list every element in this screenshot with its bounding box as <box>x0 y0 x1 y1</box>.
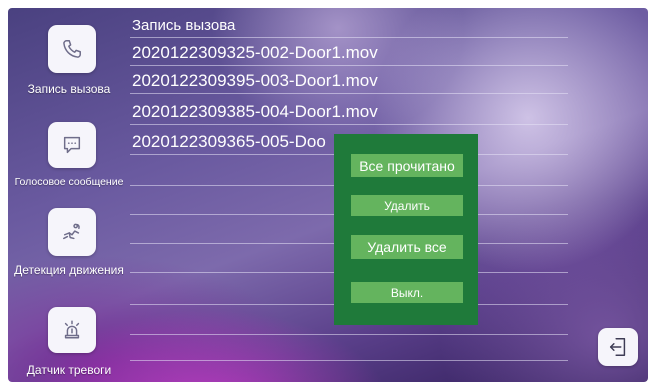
record-row[interactable]: 2020122309365-005-Doo <box>132 132 334 152</box>
exit-icon <box>609 338 626 356</box>
row-divider <box>130 360 568 361</box>
intercom-screen: Запись вызова Голосовое сообщение Детекц… <box>8 8 648 382</box>
motion-tile[interactable] <box>48 208 96 256</box>
sidebar-item-voice-message[interactable]: Голосовое сообщение <box>8 112 130 192</box>
sidebar-item-alarm-sensor[interactable]: Датчик тревоги <box>8 296 130 382</box>
row-divider <box>130 37 568 38</box>
sidebar-item-label: Детекция движения <box>14 263 124 277</box>
phone-tile[interactable] <box>48 25 96 73</box>
row-divider <box>130 65 568 66</box>
list-title: Запись вызова <box>132 17 236 34</box>
exit-button[interactable] <box>598 328 638 366</box>
alarm-icon <box>64 320 80 339</box>
message-icon <box>63 136 81 154</box>
record-row[interactable]: 2020122309325-002-Door1.mov <box>132 43 378 63</box>
row-divider <box>130 93 568 94</box>
record-row[interactable]: 2020122309395-003-Door1.mov <box>132 71 378 91</box>
alarm-tile[interactable] <box>48 307 96 353</box>
motion-icon <box>63 223 80 240</box>
context-menu: Все прочитано Удалить Удалить все Выкл. <box>334 134 478 325</box>
sidebar: Запись вызова Голосовое сообщение Детекц… <box>8 8 130 382</box>
off-button[interactable]: Выкл. <box>351 282 463 303</box>
record-row[interactable]: 2020122309385-004-Door1.mov <box>132 102 378 122</box>
sidebar-item-label: Запись вызова <box>27 82 111 96</box>
message-tile[interactable] <box>48 122 96 168</box>
sidebar-item-motion-detection[interactable]: Детекция движения <box>8 198 130 288</box>
delete-button[interactable]: Удалить <box>351 195 463 216</box>
row-divider <box>130 124 568 125</box>
sidebar-item-call-record[interactable]: Запись вызова <box>8 8 130 106</box>
read-all-button[interactable]: Все прочитано <box>351 154 463 177</box>
sidebar-item-label: Голосовое сообщение <box>14 176 124 188</box>
row-divider <box>130 334 568 335</box>
delete-all-button[interactable]: Удалить все <box>351 235 463 259</box>
sidebar-item-label: Датчик тревоги <box>26 363 112 377</box>
phone-icon <box>63 40 81 58</box>
